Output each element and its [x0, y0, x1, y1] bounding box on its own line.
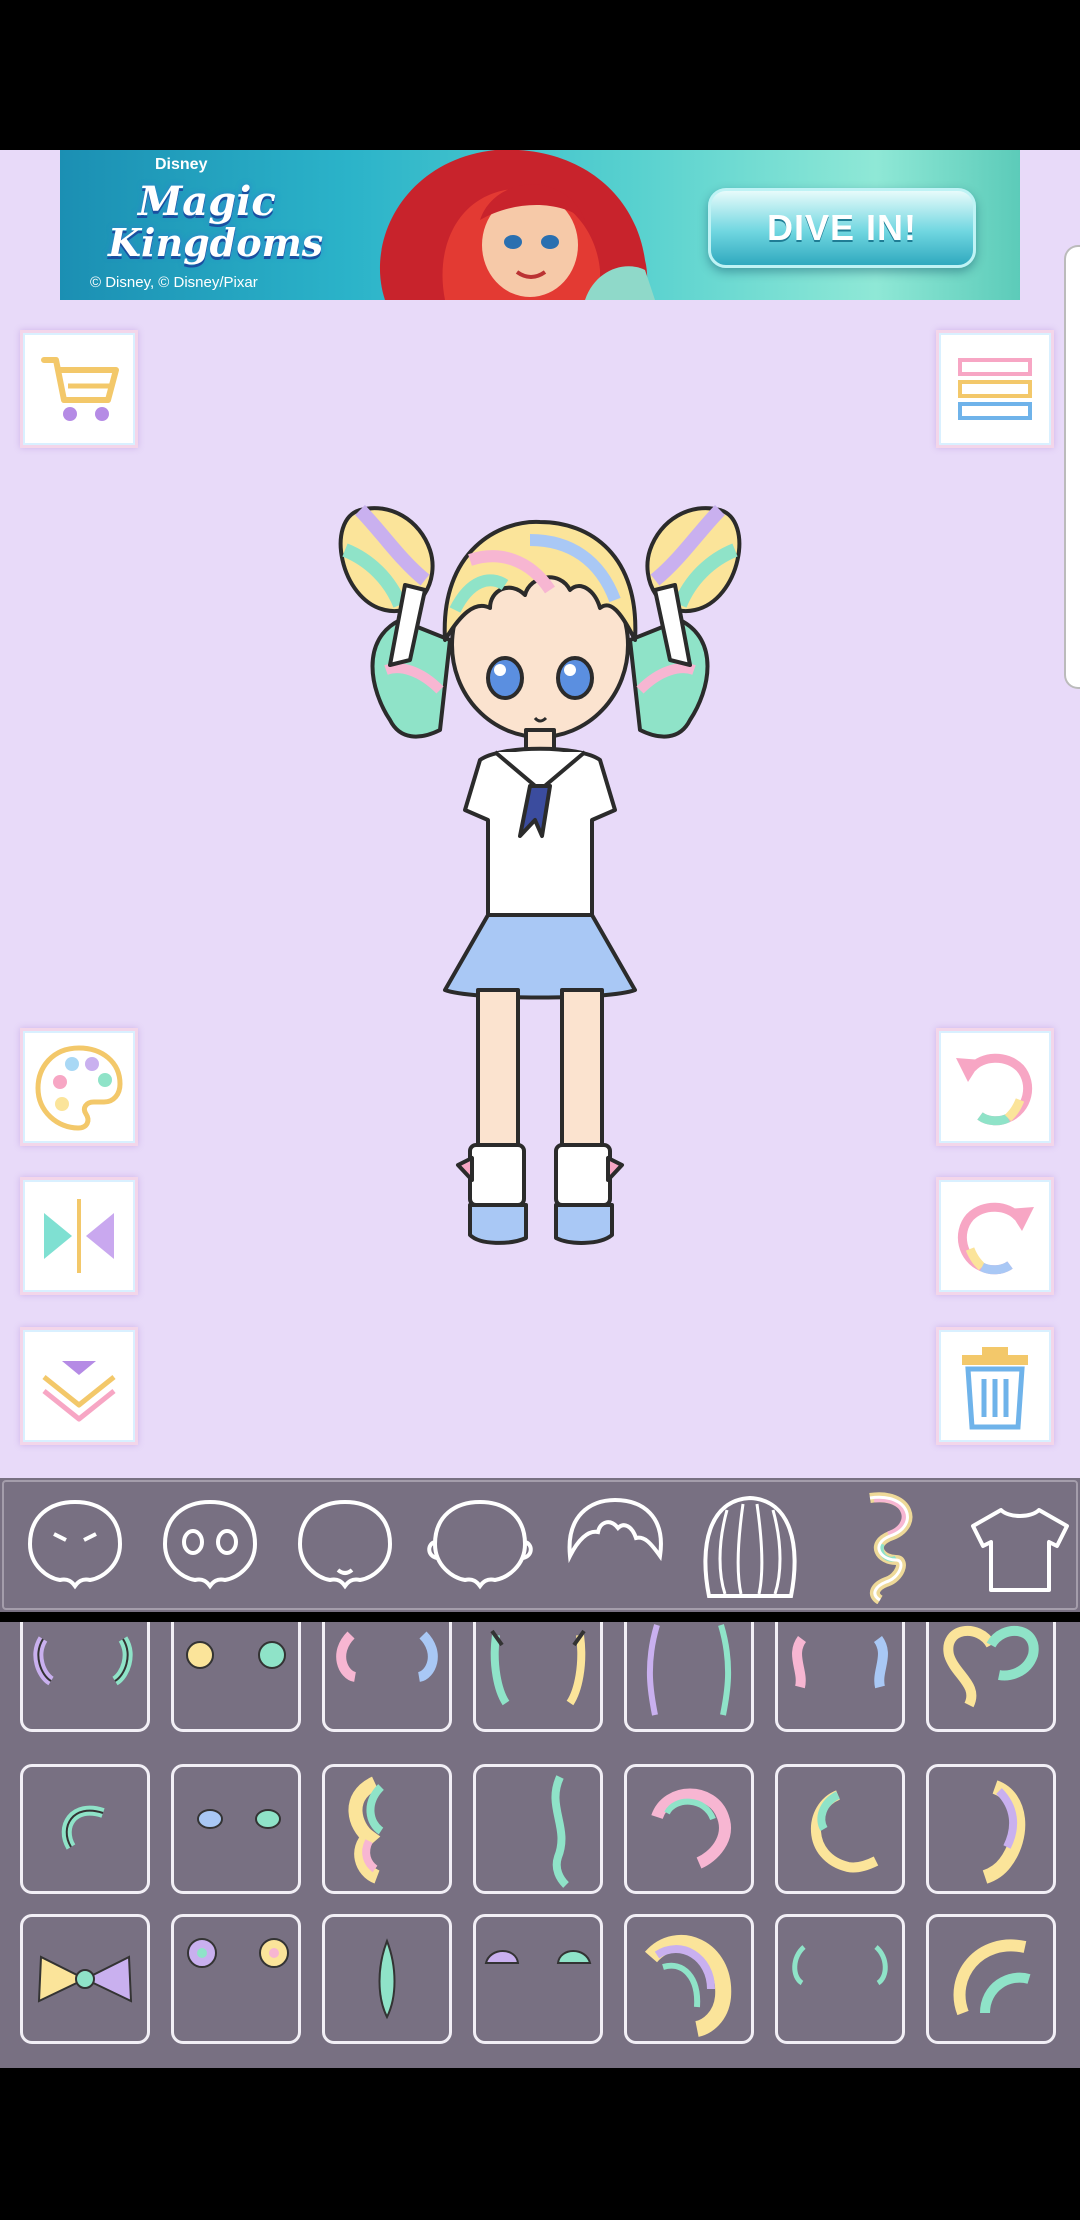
- long-single-strand-icon: [551, 1775, 569, 1888]
- front-hair-icon: [567, 1497, 663, 1564]
- single-curl-icon: [61, 1805, 105, 1850]
- trash-icon: [962, 1347, 1028, 1430]
- long-side-strands-icon: [646, 1624, 732, 1716]
- ad-brand-small: Disney: [155, 156, 208, 173]
- back-hair-icon: [703, 1495, 797, 1598]
- mouth-icon: [297, 1499, 393, 1590]
- undo-button[interactable]: [936, 1028, 1054, 1146]
- thin-strand-icon: [378, 1938, 396, 2020]
- item-double-crescent[interactable]: [926, 1914, 1056, 2044]
- crescent-curl-icon: [811, 1790, 879, 1873]
- redo-icon: [957, 1202, 1034, 1275]
- twin-buns-icon: [186, 1641, 286, 1669]
- item-bow[interactable]: [20, 1914, 150, 2044]
- ad-brand-line2: Kingdoms: [108, 220, 324, 265]
- ears-icon: [427, 1499, 533, 1590]
- thin-crescents-icon: [792, 1945, 888, 1986]
- ad-banner[interactable]: Disney Magic Kingdoms © Disney, © Disney…: [60, 150, 1020, 300]
- ad-character-image: [380, 150, 655, 300]
- twin-shell-buns-icon: [484, 1950, 592, 1964]
- double-crescent-icon: [953, 1939, 1031, 2016]
- item-hook-curl[interactable]: [624, 1764, 754, 1894]
- collapse-icon: [42, 1361, 116, 1422]
- twin-rose-buns-icon: [187, 1938, 289, 1968]
- item-single-curl[interactable]: [20, 1764, 150, 1894]
- redo-button[interactable]: [936, 1177, 1054, 1295]
- tab-ears[interactable]: [425, 1486, 535, 1604]
- side-curls-icon: [336, 1631, 438, 1682]
- item-side-sweep[interactable]: [926, 1764, 1056, 1894]
- menu-button[interactable]: [936, 330, 1054, 448]
- delete-button[interactable]: [936, 1327, 1054, 1445]
- item-long-side-strands[interactable]: [624, 1622, 754, 1732]
- item-twin-buns[interactable]: [171, 1622, 301, 1732]
- item-ribbon-braids[interactable]: [473, 1622, 603, 1732]
- tab-face-expression[interactable]: [20, 1486, 130, 1604]
- heart-loop-icon: [943, 1625, 1039, 1708]
- shirt-icon: [971, 1508, 1069, 1592]
- cart-icon: [41, 357, 119, 421]
- side-sweep-icon: [982, 1780, 1026, 1884]
- doll-character[interactable]: [330, 490, 750, 1260]
- side-twists-icon: [792, 1636, 888, 1689]
- item-twin-tails[interactable]: [20, 1622, 150, 1732]
- item-twin-rose-buns[interactable]: [171, 1914, 301, 2044]
- collapse-button[interactable]: [20, 1327, 138, 1445]
- tab-mouth[interactable]: [290, 1486, 400, 1604]
- tab-side-hair[interactable]: [830, 1486, 940, 1605]
- item-side-curls[interactable]: [322, 1622, 452, 1732]
- item-heart-loop[interactable]: [926, 1622, 1056, 1732]
- tab-front-hair[interactable]: [560, 1486, 670, 1604]
- item-side-twists[interactable]: [775, 1622, 905, 1732]
- big-side-curl-icon: [348, 1776, 385, 1884]
- mirror-button[interactable]: [20, 1177, 138, 1295]
- item-thin-crescents[interactable]: [775, 1914, 905, 2044]
- hook-curl-icon: [651, 1788, 731, 1869]
- side-hair-icon: [869, 1492, 913, 1605]
- twin-small-buns-icon: [197, 1809, 281, 1829]
- big-wave-icon: [644, 1934, 732, 2037]
- item-big-side-curl[interactable]: [322, 1764, 452, 1894]
- item-panel: [0, 1622, 1080, 2068]
- item-crescent-curl[interactable]: [775, 1764, 905, 1894]
- status-bar: [0, 0, 1080, 150]
- eyes-icon: [162, 1499, 258, 1590]
- face-expression-icon: [27, 1499, 123, 1590]
- twin-tails-icon: [33, 1636, 133, 1686]
- item-long-single-strand[interactable]: [473, 1764, 603, 1894]
- category-bar: [0, 1478, 1080, 1612]
- navigation-bar: [0, 2068, 1080, 2220]
- ad-cta-button[interactable]: DIVE IN!: [708, 188, 976, 268]
- bow-icon: [37, 1955, 133, 2003]
- mirror-icon: [44, 1199, 114, 1273]
- ad-copyright: © Disney, © Disney/Pixar: [90, 274, 258, 291]
- tab-back-hair[interactable]: [695, 1486, 805, 1604]
- side-panel-handle[interactable]: [1064, 245, 1080, 689]
- undo-icon: [956, 1053, 1033, 1126]
- tab-eyes[interactable]: [155, 1486, 265, 1604]
- ribbon-braids-icon: [490, 1629, 586, 1706]
- item-thin-strand[interactable]: [322, 1914, 452, 2044]
- item-twin-shell-buns[interactable]: [473, 1914, 603, 2044]
- tab-top[interactable]: [965, 1486, 1075, 1604]
- item-big-wave[interactable]: [624, 1914, 754, 2044]
- color-palette-button[interactable]: [20, 1028, 138, 1146]
- ad-brand-line1: Magic: [138, 178, 276, 225]
- menu-icon: [958, 358, 1032, 420]
- item-twin-small-buns[interactable]: [171, 1764, 301, 1894]
- palette-icon: [35, 1045, 123, 1131]
- shop-button[interactable]: [20, 330, 138, 448]
